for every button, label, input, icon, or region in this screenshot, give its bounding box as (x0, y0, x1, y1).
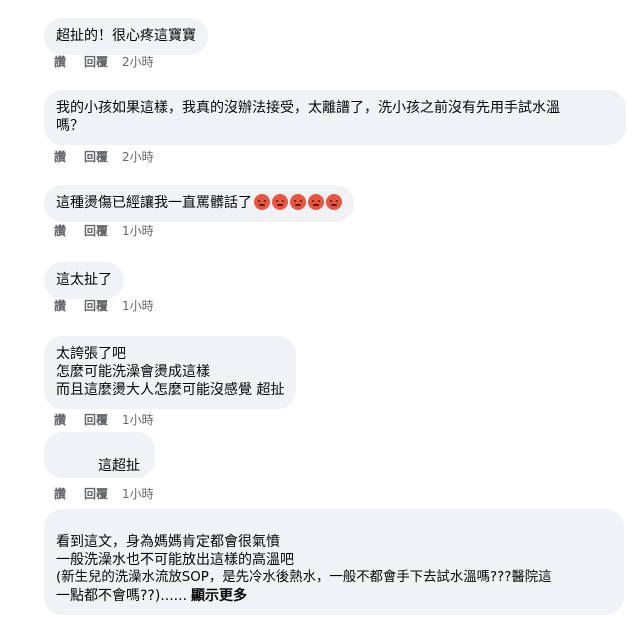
comment: 這超扯 (44, 432, 155, 478)
reply-button[interactable]: 回覆 (84, 299, 108, 313)
comment-bubble: 這超扯 (44, 432, 155, 478)
comment-bubble: 超扯的！很心疼這寶寶 (44, 18, 208, 55)
comment-text: 這種燙傷已經讓我一直罵髒話了 (56, 195, 252, 211)
comment-actions: 讚 回覆 2小時 (54, 149, 154, 165)
comment: 我的小孩如果這樣，我真的沒辦法接受，太離譜了，洗小孩之前沒有先用手試水溫 嗎？ (44, 90, 626, 145)
see-more-link[interactable]: 顯示更多 (191, 588, 247, 604)
comment: 太誇張了吧 怎麼可能洗澡會燙成這樣 而且這麼燙大人怎麼可能沒感覺 超扯 (44, 336, 297, 409)
comment-text: 我的小孩如果這樣，我真的沒辦法接受，太離譜了，洗小孩之前沒有先用手試水溫 (56, 100, 560, 116)
reply-button[interactable]: 回覆 (84, 150, 108, 164)
comment-text: 而且這麼燙大人怎麼可能沒感覺 超扯 (56, 382, 285, 398)
comment: 看到這文，身為媽媽肯定都會很氣憤 一般洗澡水也不可能放出這樣的高溫吧 (新生兒的… (44, 509, 624, 615)
comment-actions: 讚 回覆 2小時 (54, 54, 154, 70)
comment-text: 這太扯了 (56, 272, 112, 288)
timestamp[interactable]: 1小時 (122, 299, 154, 313)
like-button[interactable]: 讚 (54, 224, 66, 238)
like-button[interactable]: 讚 (54, 487, 66, 501)
comment-bubble: 這太扯了 (44, 262, 124, 299)
comment: 這太扯了 (44, 262, 124, 299)
comment-bubble: 太誇張了吧 怎麼可能洗澡會燙成這樣 而且這麼燙大人怎麼可能沒感覺 超扯 (44, 336, 297, 409)
timestamp[interactable]: 1小時 (122, 487, 154, 501)
angry-face-icon (272, 194, 288, 210)
comment-text: 這超扯 (98, 458, 140, 474)
comment-bubble: 我的小孩如果這樣，我真的沒辦法接受，太離譜了，洗小孩之前沒有先用手試水溫 嗎？ (44, 90, 626, 145)
comment-actions: 讚 回覆 1小時 (54, 412, 154, 428)
timestamp[interactable]: 1小時 (122, 413, 154, 427)
comment-bubble: 這種燙傷已經讓我一直罵髒話了 (44, 185, 354, 222)
comment-text: (新生兒的洗澡水流放SOP，是先冷水後熱水，一般不都會手下去試水溫嗎???醫院這 (56, 570, 552, 585)
comment: 超扯的！很心疼這寶寶 (44, 18, 208, 55)
comment: 這種燙傷已經讓我一直罵髒話了 (44, 185, 354, 222)
comment-actions: 讚 回覆 1小時 (54, 486, 154, 502)
timestamp[interactable]: 1小時 (122, 224, 154, 238)
timestamp[interactable]: 2小時 (122, 150, 154, 164)
like-button[interactable]: 讚 (54, 150, 66, 164)
like-button[interactable]: 讚 (54, 55, 66, 69)
comment-text: 嗎？ (56, 118, 84, 134)
comment-actions: 讚 回覆 1小時 (54, 298, 154, 314)
comment-actions: 讚 回覆 1小時 (54, 223, 154, 239)
comment-text: 太誇張了吧 (56, 346, 126, 362)
angry-face-icon (308, 194, 324, 210)
angry-face-icon (326, 194, 342, 210)
reply-button[interactable]: 回覆 (84, 224, 108, 238)
timestamp[interactable]: 2小時 (122, 55, 154, 69)
reply-button[interactable]: 回覆 (84, 55, 108, 69)
angry-face-icon (254, 194, 270, 210)
like-button[interactable]: 讚 (54, 299, 66, 313)
comment-bubble: 看到這文，身為媽媽肯定都會很氣憤 一般洗澡水也不可能放出這樣的高溫吧 (新生兒的… (44, 509, 624, 615)
reply-button[interactable]: 回覆 (84, 413, 108, 427)
like-button[interactable]: 讚 (54, 413, 66, 427)
comment-text: 超扯的！很心疼這寶寶 (56, 28, 196, 44)
angry-face-icon (290, 194, 306, 210)
comment-text: 看到這文，身為媽媽肯定都會很氣憤 (56, 534, 280, 550)
comment-text-row: 一點都不會嗎??)...... 顯示更多 (56, 587, 612, 605)
comment-text-row: 這種燙傷已經讓我一直罵髒話了 (56, 194, 342, 212)
reply-button[interactable]: 回覆 (84, 487, 108, 501)
comment-text: 一般洗澡水也不可能放出這樣的高溫吧 (56, 552, 294, 568)
comment-text: 怎麼可能洗澡會燙成這樣 (56, 364, 210, 380)
comment-text: 一點都不會嗎??)...... (56, 588, 188, 604)
